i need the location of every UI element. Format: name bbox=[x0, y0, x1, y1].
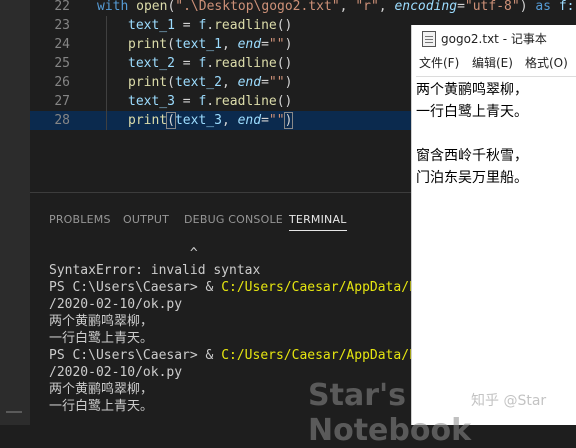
indent-guide bbox=[106, 111, 107, 130]
activity-bar bbox=[0, 0, 30, 425]
line-number: 25 bbox=[54, 56, 70, 71]
code-text: print(text_2, end="") bbox=[128, 75, 293, 90]
line-number: 28 bbox=[54, 113, 70, 128]
menu-format[interactable]: 格式(O) bbox=[525, 54, 568, 71]
indent-guide bbox=[106, 73, 107, 92]
code-text: print(text_1, end="") bbox=[128, 37, 293, 52]
line-number: 23 bbox=[54, 18, 70, 33]
notepad-icon bbox=[422, 31, 436, 47]
watermark: Star's Notebook bbox=[308, 378, 472, 448]
indent-guide bbox=[106, 35, 107, 54]
line-number: 22 bbox=[54, 0, 70, 14]
notepad-titlebar[interactable]: gogo2.txt - 记事本 bbox=[412, 25, 576, 51]
code-text: text_1 = f.readline() bbox=[128, 18, 293, 33]
code-line[interactable]: 22 with open(".\Desktop\gogo2.txt", "r", … bbox=[30, 0, 576, 16]
notepad-menubar: 文件(F) 编辑(E) 格式(O) bbox=[412, 51, 576, 71]
line-number: 26 bbox=[54, 75, 70, 90]
tab-output[interactable]: OUTPUT bbox=[123, 213, 169, 226]
code-text: print(text_3, end="") bbox=[128, 112, 294, 129]
notepad-text-area[interactable]: 两个黄鹂鸣翠柳， 一行白鹭上青天。 窗含西岭千秋雪， 门泊东吴万里船。 bbox=[416, 76, 576, 189]
notepad-window[interactable]: gogo2.txt - 记事本 文件(F) 编辑(E) 格式(O) 两个黄鹂鸣翠… bbox=[411, 25, 576, 425]
line-number: 24 bbox=[54, 37, 70, 52]
menu-edit[interactable]: 编辑(E) bbox=[472, 54, 513, 71]
code-text: with open(".\Desktop\gogo2.txt", "r", en… bbox=[97, 0, 575, 14]
notepad-title: gogo2.txt - 记事本 bbox=[441, 32, 547, 46]
indent-guide bbox=[106, 16, 107, 35]
code-text: text_3 = f.readline() bbox=[128, 94, 293, 109]
indent-guide bbox=[106, 92, 107, 111]
zhihu-watermark: 知乎 @Star bbox=[471, 393, 547, 409]
tab-terminal[interactable]: TERMINAL bbox=[289, 213, 347, 231]
code-text: text_2 = f.readline() bbox=[128, 56, 293, 71]
tab-problems[interactable]: PROBLEMS bbox=[49, 213, 111, 226]
tab-debug-console[interactable]: DEBUG CONSOLE bbox=[184, 213, 283, 226]
indent-guide bbox=[106, 54, 107, 73]
accounts-icon[interactable] bbox=[6, 411, 22, 421]
menu-file[interactable]: 文件(F) bbox=[419, 54, 459, 71]
line-number: 27 bbox=[54, 94, 70, 109]
